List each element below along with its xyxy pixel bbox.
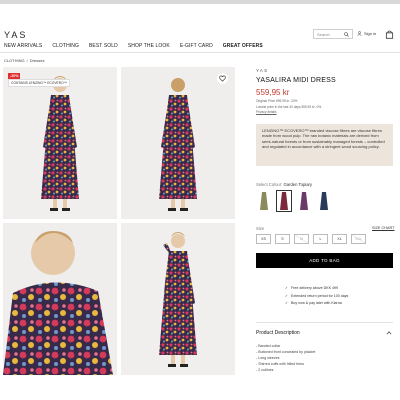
eco-badge: CONTAINS LENZING™ ECOVERO™ [8,79,70,87]
colour-swatch[interactable] [256,190,272,212]
search-icon[interactable] [344,32,349,37]
price-info: Original Price 699,95 kr -20% Lowest pri… [256,99,321,116]
product-image-front[interactable] [3,67,117,219]
product-description-list: - Banded collar - Buttoned front conceal… [256,343,315,373]
size-option-s[interactable]: S [275,234,290,244]
size-option-xl[interactable]: XL [332,234,347,244]
usp-item: ✓ Free delivery above DKK 499 [285,285,348,293]
usp-text: Buy now & pay later with Klarna [291,301,342,305]
search-placeholder: Search [317,32,330,37]
usp-item: ✓ Extended return period for 100 days [285,293,348,301]
logo[interactable]: YAS [4,30,27,40]
check-icon: ✓ [285,301,289,305]
usp-list: ✓ Free delivery above DKK 499 ✓ Extended… [285,285,348,308]
nav-item-new-arrivals[interactable]: NEW ARRIVALS [4,43,42,49]
heart-icon [219,75,226,82]
breadcrumb: CLOTHING / Dresses [4,58,44,63]
colour-swatches [256,190,332,212]
product-description-toggle[interactable]: Product Description [256,330,300,336]
product-image-back[interactable] [121,67,235,219]
nav-item-best-sold[interactable]: BEST SOLD [89,43,118,49]
breadcrumb-separator: / [26,58,28,63]
product-brand: YAS [256,68,269,73]
header-divider [0,52,400,53]
nav-item-shop-the-look[interactable]: SHOP THE LOOK [128,43,170,49]
usp-item: ✓ Buy now & pay later with Klarna [285,300,348,308]
size-option-xs[interactable]: XS [256,234,271,244]
search-input[interactable]: Search [313,29,353,39]
breadcrumb-dresses[interactable]: Dresses [30,58,45,63]
product-title: YASALIRA MIDI DRESS [256,77,336,84]
add-to-bag-button[interactable]: ADD TO BAG [256,253,393,268]
nav-item-clothing[interactable]: CLOTHING [52,43,79,49]
colour-value: Garden Topiary [283,182,313,187]
nav-item-great-offers[interactable]: GREAT OFFERS [223,43,263,49]
user-icon [357,31,362,36]
usp-text: Extended return period for 100 days [291,293,349,298]
colour-swatch-selected[interactable] [276,190,292,212]
size-chart-link[interactable]: SIZE CHART [372,226,395,230]
product-price: 559,95 kr [256,88,290,97]
size-selector: XS S M L XL XXL [256,234,366,244]
colour-swatch[interactable] [316,190,332,212]
breadcrumb-clothing[interactable]: CLOTHING [4,58,25,63]
colour-label: Select Colour: Garden Topiary [256,182,312,187]
chevron-up-icon[interactable] [386,330,392,336]
usp-text: Free delivery above DKK 499 [291,286,338,290]
section-divider [256,322,393,323]
product-image-detail[interactable] [3,223,117,375]
signin-button[interactable]: Sign in [357,31,376,36]
top-bar [0,0,400,4]
size-option-xxl[interactable]: XXL [351,234,366,244]
description-item: - 2 cutlines [256,368,274,372]
size-option-m[interactable]: M [294,234,309,244]
colour-swatch[interactable] [296,190,312,212]
size-option-l[interactable]: L [313,234,328,244]
colour-label-text: Select Colour: [256,182,283,187]
shopping-bag-icon[interactable] [385,30,394,39]
eco-info-box: LENZING™ ECOVERO™ branded viscose fibres… [256,124,393,166]
privacy-details-link[interactable]: Privacy details [256,110,321,116]
nav-item-e-gift-card[interactable]: E-GIFT CARD [180,43,213,49]
size-label: Size [256,226,265,231]
signin-label: Sign in [364,31,377,36]
check-icon: ✓ [285,286,289,290]
wishlist-button[interactable] [217,73,228,84]
main-navigation: NEW ARRIVALS CLOTHING BEST SOLD SHOP THE… [4,43,263,49]
check-icon: ✓ [285,293,289,298]
product-image-pose[interactable] [121,223,235,375]
